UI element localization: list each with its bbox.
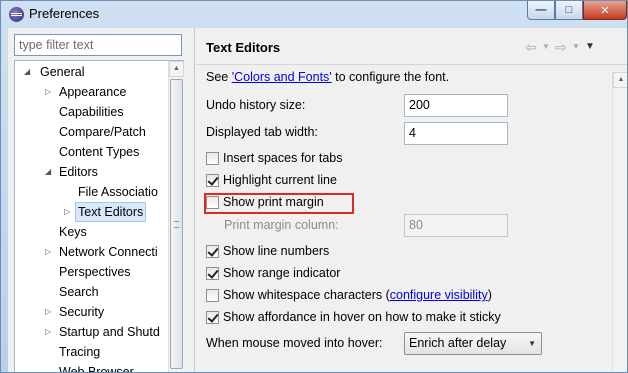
preferences-nav-pane: type filter text ◢ General ▷ Appearance …: [8, 28, 193, 372]
affordance-checkbox[interactable]: [206, 310, 219, 324]
font-hint: See 'Colors and Fonts' to configure the …: [206, 70, 450, 84]
back-menu-icon[interactable]: ▼: [541, 39, 551, 55]
tree-item-perspectives[interactable]: Perspectives: [59, 263, 131, 281]
minimize-button[interactable]: —: [527, 1, 555, 20]
expanded-arrow-icon[interactable]: ◢: [24, 63, 30, 81]
undo-history-label: Undo history size:: [206, 98, 306, 112]
filter-input[interactable]: type filter text: [14, 34, 182, 56]
forward-icon[interactable]: ⇨: [551, 39, 571, 55]
text-editors-page: Text Editors ⇦ ▼ ⇨ ▼ ▼ See 'Colors and F…: [197, 28, 627, 372]
chevron-down-icon: ▼: [528, 339, 536, 348]
forward-menu-icon[interactable]: ▼: [571, 39, 581, 55]
back-icon[interactable]: ⇦: [521, 39, 541, 55]
page-content: See 'Colors and Fonts' to configure the …: [197, 65, 627, 372]
tree-item-content-types[interactable]: Content Types: [59, 143, 139, 161]
view-menu-icon[interactable]: ▼: [581, 39, 599, 55]
tab-width-input[interactable]: 4: [404, 122, 508, 145]
tree-item-compare-patch[interactable]: Compare/Patch: [59, 123, 146, 141]
collapsed-arrow-icon[interactable]: ▷: [45, 83, 51, 101]
hover-behavior-label: When mouse moved into hover:: [206, 336, 383, 350]
window-title: Preferences: [29, 6, 100, 21]
scroll-up-icon[interactable]: ▲: [169, 61, 184, 77]
eclipse-app-icon: [9, 7, 24, 22]
collapsed-arrow-icon[interactable]: ▷: [45, 303, 51, 321]
tree-item-file-associations[interactable]: File Associatio: [78, 183, 158, 201]
print-margin-column-label: Print margin column:: [224, 218, 339, 232]
tab-width-label: Displayed tab width:: [206, 125, 318, 139]
highlight-line-checkbox[interactable]: [206, 173, 219, 187]
page-nav-toolbar: ⇦ ▼ ⇨ ▼ ▼: [521, 38, 599, 56]
insert-spaces-checkbox[interactable]: [206, 151, 219, 165]
preferences-window: Preferences — □ ✕ type filter text ◢ Gen…: [0, 0, 628, 373]
tree-vertical-scrollbar[interactable]: ▲: [168, 61, 184, 372]
whitespace-option[interactable]: Show whitespace characters (configure vi…: [206, 286, 492, 304]
tree-item-capabilities[interactable]: Capabilities: [59, 103, 124, 121]
maximize-button[interactable]: □: [555, 1, 583, 20]
print-margin-column-input[interactable]: 80: [404, 214, 508, 237]
range-indicator-option[interactable]: Show range indicator: [206, 264, 340, 282]
line-numbers-option[interactable]: Show line numbers: [206, 242, 329, 260]
preferences-tree: ◢ General ▷ Appearance Capabilities Comp…: [14, 60, 184, 372]
tree-item-web-browser[interactable]: Web Browser: [59, 363, 134, 372]
affordance-option[interactable]: Show affordance in hover on how to make …: [206, 308, 501, 326]
collapsed-arrow-icon[interactable]: ▷: [45, 243, 51, 261]
annotation-highlight-box: [204, 193, 354, 214]
window-controls: — □ ✕: [527, 1, 627, 21]
title-bar[interactable]: Preferences — □ ✕: [1, 1, 627, 28]
highlight-line-option[interactable]: Highlight current line: [206, 171, 337, 189]
colors-and-fonts-link[interactable]: 'Colors and Fonts': [232, 70, 332, 84]
undo-history-input[interactable]: 200: [404, 94, 508, 117]
tree-item-keys[interactable]: Keys: [59, 223, 87, 241]
page-title: Text Editors: [206, 40, 281, 55]
configure-visibility-link[interactable]: configure visibility: [390, 288, 488, 302]
tree-item-tracing[interactable]: Tracing: [59, 343, 100, 361]
collapsed-arrow-icon[interactable]: ▷: [45, 323, 51, 341]
insert-spaces-option[interactable]: Insert spaces for tabs: [206, 149, 343, 167]
scrollbar-thumb[interactable]: [170, 79, 183, 369]
scroll-up-icon[interactable]: ▲: [613, 72, 627, 88]
range-indicator-checkbox[interactable]: [206, 266, 219, 280]
page-vertical-scrollbar[interactable]: ▲: [612, 72, 627, 372]
line-numbers-checkbox[interactable]: [206, 244, 219, 258]
hover-behavior-select[interactable]: Enrich after delay ▼: [404, 332, 542, 355]
expanded-arrow-icon[interactable]: ◢: [45, 163, 51, 181]
close-button[interactable]: ✕: [583, 1, 627, 20]
tree-item-search[interactable]: Search: [59, 283, 99, 301]
pane-splitter[interactable]: [194, 28, 195, 372]
dialog-client: type filter text ◢ General ▷ Appearance …: [8, 28, 627, 372]
collapsed-arrow-icon[interactable]: ▷: [64, 203, 70, 221]
whitespace-checkbox[interactable]: [206, 288, 219, 302]
